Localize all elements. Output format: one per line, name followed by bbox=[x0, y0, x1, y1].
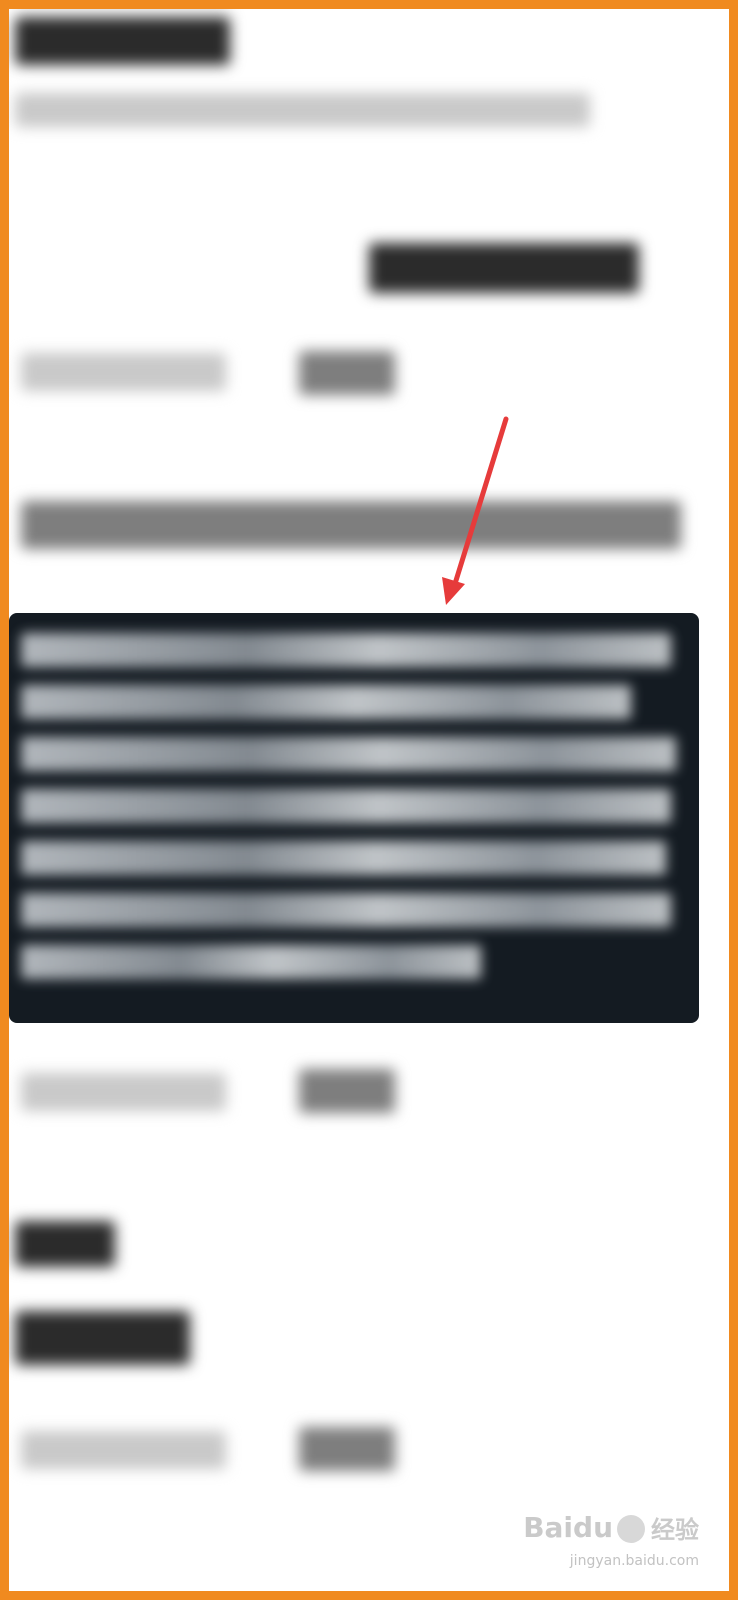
comment-popup bbox=[9, 613, 699, 1023]
blurred-popup-line bbox=[21, 893, 671, 927]
blurred-username bbox=[15, 1221, 115, 1267]
blurred-comment-time[interactable] bbox=[21, 1073, 226, 1111]
blurred-subtitle bbox=[15, 93, 590, 127]
blurred-popup-line bbox=[21, 945, 481, 979]
blurred-reply-button[interactable] bbox=[299, 351, 395, 395]
watermark-product: 经验 bbox=[651, 1516, 699, 1544]
blurred-title bbox=[15, 17, 230, 65]
blurred-comment-time[interactable] bbox=[21, 1431, 226, 1469]
blurred-popup-line bbox=[21, 789, 671, 823]
blurred-popup-line bbox=[21, 737, 676, 771]
blurred-comment-text bbox=[15, 1311, 190, 1365]
blurred-reply-button[interactable] bbox=[299, 1069, 395, 1113]
screenshot-frame: Baidu 经验 jingyan.baidu.com bbox=[0, 0, 738, 1600]
watermark-logo: Baidu bbox=[523, 1511, 613, 1544]
baidu-watermark: Baidu 经验 bbox=[523, 1510, 699, 1545]
blurred-reply-button[interactable] bbox=[299, 1427, 395, 1471]
blurred-comment-time[interactable] bbox=[21, 353, 226, 391]
blurred-popup-line bbox=[21, 685, 631, 719]
watermark-url: jingyan.baidu.com bbox=[569, 1553, 699, 1569]
baidu-paw-icon bbox=[617, 1514, 645, 1543]
blurred-popup-line bbox=[21, 841, 666, 875]
blurred-comment-text bbox=[21, 501, 681, 549]
blurred-comment-count bbox=[369, 243, 639, 293]
blurred-popup-line bbox=[21, 633, 671, 667]
